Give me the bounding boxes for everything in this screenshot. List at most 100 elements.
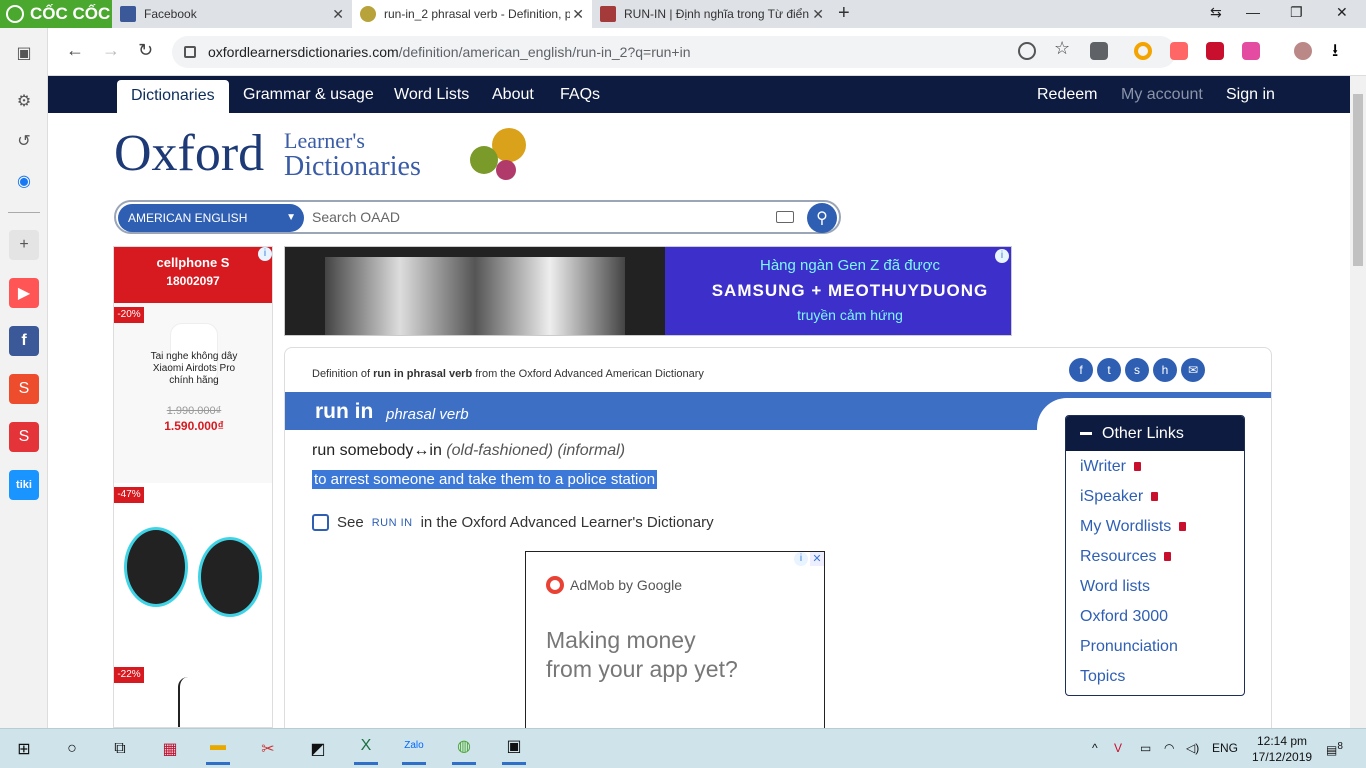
link-word-lists[interactable]: Word lists [1080, 578, 1150, 596]
shield-icon[interactable] [1018, 42, 1036, 60]
link-resources[interactable]: Resources [1080, 548, 1172, 566]
search-button[interactable]: ⚲ [807, 203, 837, 233]
tab-cambridge[interactable]: RUN-IN | Định nghĩa trong Từ điển ✕ [592, 0, 832, 28]
add-shortcut-icon[interactable]: + [9, 230, 39, 260]
facebook-shortcut-icon[interactable]: f [9, 326, 39, 356]
nav-redeem[interactable]: Redeem [1037, 76, 1097, 113]
nav-my-account[interactable]: My account [1121, 76, 1203, 113]
ad-info-icon[interactable]: i [794, 552, 808, 566]
link-iwriter[interactable]: iWriter [1080, 458, 1141, 476]
left-ad[interactable]: cellphone S 18002097 i -20% Tai nghe khô… [113, 246, 273, 728]
page-scrollbar[interactable] [1350, 76, 1366, 728]
tab-search-icon[interactable]: ⇆ [1210, 4, 1222, 21]
app-icon[interactable]: ▦ [158, 737, 182, 761]
nav-faqs[interactable]: FAQs [560, 76, 600, 113]
link-ispeaker[interactable]: iSpeaker [1080, 488, 1159, 506]
nav-grammar[interactable]: Grammar & usage [243, 76, 374, 113]
ad-product[interactable]: -22% [114, 663, 272, 727]
admob-ad[interactable]: AdMob by Google Making money from your a… [525, 551, 825, 728]
ad-info-icon[interactable]: i [995, 249, 1009, 263]
messenger-icon[interactable]: ◉ [9, 166, 39, 196]
download-ext-icon[interactable] [1090, 42, 1108, 60]
keyboard-icon[interactable] [776, 211, 794, 223]
clock[interactable]: 12:14 pm 17/12/2019 [1252, 733, 1312, 765]
downloads-icon[interactable]: ⭳ [1332, 38, 1350, 60]
extension-red-icon[interactable] [1206, 42, 1224, 60]
close-icon[interactable]: ✕ [332, 6, 344, 23]
stumbleupon-share-icon[interactable]: s [1125, 358, 1149, 382]
search-circle-icon[interactable]: ○ [60, 737, 84, 761]
ad-product[interactable]: -47% [114, 483, 272, 663]
language-indicator[interactable]: ENG [1212, 741, 1238, 755]
tab-oxford[interactable]: run-in_2 phrasal verb - Definition, p ✕ [352, 0, 592, 28]
wifi-icon[interactable]: ◠ [1164, 741, 1174, 755]
chevron-up-icon[interactable]: ^ [1092, 741, 1098, 755]
forward-icon[interactable]: → [102, 40, 120, 61]
volume-icon[interactable]: ◁) [1186, 741, 1199, 755]
link-my-wordlists[interactable]: My Wordlists [1080, 518, 1187, 536]
minimize-icon[interactable]: — [1246, 4, 1260, 20]
page-content: Dictionaries Grammar & usage Word Lists … [48, 76, 1350, 728]
coccoc-logo[interactable]: CỐC CỐC [0, 0, 112, 28]
app-icon[interactable]: ▣ [502, 729, 526, 765]
scroll-thumb[interactable] [1353, 94, 1363, 266]
nav-dictionaries[interactable]: Dictionaries [117, 80, 229, 113]
color-ext-icon[interactable] [1242, 42, 1260, 60]
reload-icon[interactable]: ↻ [138, 40, 153, 61]
other-links-header[interactable]: Other Links [1066, 416, 1244, 451]
excel-icon[interactable]: X [354, 729, 378, 765]
snipping-icon[interactable]: ✂ [256, 737, 280, 761]
close-ad-icon[interactable]: ✕ [810, 552, 824, 566]
banner-ad[interactable]: Hàng ngàn Gen Z đã được SAMSUNG + MEOTHU… [284, 246, 1012, 336]
dictionary-select[interactable]: AMERICAN ENGLISH ▼ [118, 204, 304, 232]
close-icon[interactable]: ✕ [812, 6, 824, 23]
see-also-link[interactable]: See RUN IN in the Oxford Advanced Learner'… [312, 514, 714, 531]
windows-start-icon[interactable]: ⊞ [12, 737, 36, 761]
file-explorer-icon[interactable]: ▬ [206, 729, 230, 765]
close-window-icon[interactable]: ✕ [1336, 4, 1348, 21]
twitter-share-icon[interactable]: t [1097, 358, 1121, 382]
share-icon[interactable]: h [1153, 358, 1177, 382]
ad-info-icon[interactable]: i [258, 247, 272, 261]
tab-bar: CỐC CỐC Facebook ✕ run-in_2 phrasal verb… [0, 0, 1366, 28]
star-icon[interactable]: ☆ [1054, 38, 1072, 58]
other-links-panel: Other Links iWriter iSpeaker My Wordlist… [1065, 415, 1245, 696]
battery-icon[interactable]: ▭ [1140, 741, 1151, 755]
app-icon[interactable]: ◩ [306, 737, 330, 761]
earbud-image [198, 537, 262, 617]
back-icon[interactable]: ← [66, 40, 84, 61]
sendo-icon[interactable]: S [9, 422, 39, 452]
ad-product[interactable]: -20% [114, 303, 272, 483]
email-share-icon[interactable]: ✉ [1181, 358, 1205, 382]
nav-word-lists[interactable]: Word Lists [394, 76, 469, 113]
nav-sign-in[interactable]: Sign in [1226, 76, 1275, 113]
nav-about[interactable]: About [492, 76, 534, 113]
url-path: /definition/american_english/run-in_2?q=… [398, 44, 691, 60]
chrome-ext-icon[interactable] [1134, 42, 1152, 60]
link-topics[interactable]: Topics [1080, 668, 1125, 686]
link-pronunciation[interactable]: Pronunciation [1080, 638, 1178, 656]
restore-icon[interactable]: ❐ [1290, 4, 1303, 21]
coccoc-taskbar-icon[interactable]: ◍ [452, 729, 476, 765]
see-word[interactable]: RUN IN [372, 517, 413, 529]
youtube-icon[interactable]: ▶ [9, 278, 39, 308]
coccoc-logo-text: CỐC CỐC [30, 4, 111, 23]
shopee-icon[interactable]: S [9, 374, 39, 404]
settings-icon[interactable]: ⚙ [9, 86, 39, 116]
sidebar-panel-icon[interactable]: ▣ [9, 38, 39, 68]
adblock-icon[interactable] [1170, 42, 1188, 60]
close-icon[interactable]: ✕ [572, 6, 584, 23]
task-view-icon[interactable]: ⧉ [108, 737, 132, 761]
notification-icon[interactable]: ▤8 [1326, 741, 1343, 757]
zalo-icon[interactable]: Zalo [402, 729, 426, 765]
new-tab-button[interactable]: + [838, 2, 850, 25]
facebook-share-icon[interactable]: f [1069, 358, 1093, 382]
sense-pattern: run somebody↔in (old-fashioned) (informa… [312, 442, 626, 459]
search-input[interactable]: Search OAAD [312, 209, 400, 225]
link-oxford-3000[interactable]: Oxford 3000 [1080, 608, 1168, 626]
tab-facebook[interactable]: Facebook ✕ [112, 0, 352, 28]
avatar[interactable] [1294, 42, 1312, 60]
vietkey-icon[interactable]: V [1114, 741, 1122, 755]
history-icon[interactable]: ↺ [9, 126, 39, 156]
tiki-icon[interactable]: tiki [9, 470, 39, 500]
